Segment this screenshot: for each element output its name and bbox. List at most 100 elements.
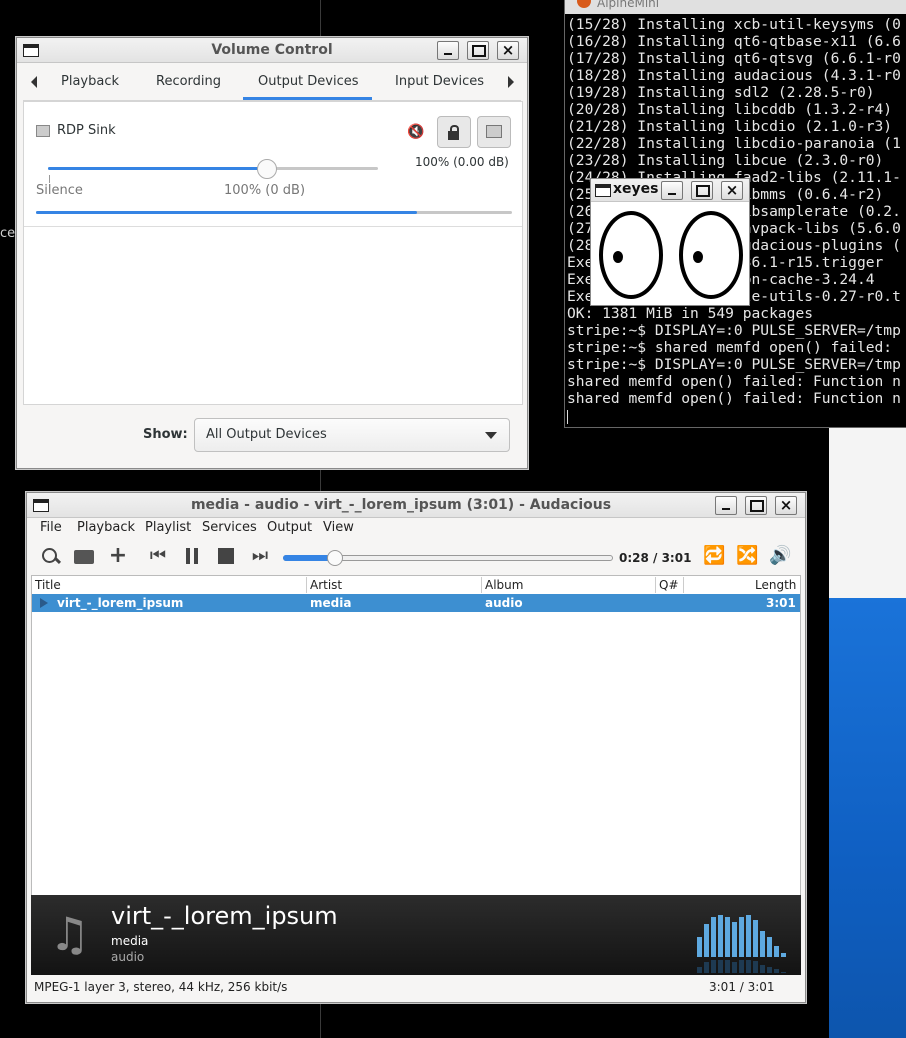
terminal-line: (20/28) Installing libcddb (1.3.2-r4) — [567, 101, 893, 118]
table-row[interactable]: virt_-_lorem_ipsum media audio 3:01 — [32, 594, 800, 612]
tab-bar: Playback Recording Output Devices Input … — [23, 64, 521, 101]
terminal-titlebar[interactable]: AlpineMini — [565, 0, 906, 14]
column-artist[interactable]: Artist — [310, 576, 342, 594]
visualizer-bar — [711, 917, 716, 957]
visualizer-bar — [725, 917, 730, 957]
slider-tick — [49, 175, 50, 183]
close-button[interactable]: × — [497, 41, 519, 60]
audacious-window[interactable]: media - audio - virt_-_lorem_ipsum (3:01… — [26, 492, 806, 1003]
lock-channels-button[interactable] — [437, 116, 471, 148]
close-button[interactable]: × — [721, 181, 743, 200]
search-icon[interactable] — [39, 545, 62, 567]
volume-control-titlebar[interactable]: Volume Control × — [17, 38, 527, 63]
visualizer-reflection — [704, 962, 709, 973]
column-album[interactable]: Album — [485, 576, 523, 594]
music-note-icon: ♫ — [49, 907, 91, 961]
status-bar: MPEG-1 layer 3, stereo, 44 kHz, 256 kbit… — [31, 977, 801, 997]
terminal-line: (15/28) Installing xcb-util-keysyms (0 — [567, 16, 901, 33]
visualizer-bar — [753, 920, 758, 957]
column-title[interactable]: Title — [35, 576, 61, 594]
menu-playlist[interactable]: Playlist — [145, 520, 191, 535]
window-menu-icon[interactable] — [595, 184, 611, 197]
show-devices-dropdown[interactable]: All Output Devices — [194, 418, 510, 452]
visualizer-reflection — [732, 962, 737, 973]
terminal-line: stripe:~$ DISPLAY=:0 PULSE_SERVER=/tmp — [567, 356, 901, 373]
set-default-button[interactable] — [477, 116, 511, 148]
now-playing-title: virt_-_lorem_ipsum — [111, 902, 338, 930]
shuffle-icon[interactable]: 🔀 — [736, 545, 758, 567]
close-button[interactable]: × — [775, 496, 797, 515]
terminal-line: stripe:~$ shared memfd open() failed: — [567, 339, 893, 356]
status-time: 3:01 / 3:01 — [709, 980, 775, 994]
visualizer-bar — [739, 917, 744, 957]
terminal-line: stripe:~$ DISPLAY=:0 PULSE_SERVER=/tmp — [567, 322, 901, 339]
terminal-line: (23/28) Installing libcue (2.3.0-r0) — [567, 152, 884, 169]
device-icon — [486, 125, 502, 138]
now-playing-info: ♫ virt_-_lorem_ipsum media audio — [31, 895, 801, 975]
repeat-icon[interactable]: 🔁 — [703, 545, 725, 567]
seek-bar-handle[interactable] — [327, 550, 343, 566]
audacious-titlebar[interactable]: media - audio - virt_-_lorem_ipsum (3:01… — [27, 493, 805, 518]
visualizer-reflection — [711, 960, 716, 973]
tab-recording[interactable]: Recording — [156, 74, 221, 89]
peak-meter-fill — [36, 211, 417, 214]
volume-control-window[interactable]: Volume Control × Playback Recording Outp… — [16, 37, 528, 469]
visualizer-reflection — [697, 967, 702, 973]
pause-icon[interactable] — [181, 545, 203, 567]
volume-icon[interactable]: 🔊 — [769, 545, 791, 567]
tab-playback[interactable]: Playback — [61, 74, 119, 89]
tab-output-devices[interactable]: Output Devices — [258, 74, 359, 89]
maximize-button[interactable] — [691, 181, 713, 200]
tab-scroll-right-icon[interactable] — [508, 76, 514, 88]
menu-view[interactable]: View — [323, 520, 354, 535]
silence-label: Silence — [36, 183, 83, 198]
minimize-button[interactable] — [661, 181, 683, 200]
xeyes-window[interactable]: xeyes × — [590, 178, 750, 306]
row-artist: media — [310, 596, 352, 610]
active-tab-indicator — [243, 97, 372, 100]
visualizer-bar — [746, 915, 751, 957]
menu-bar: File Playback Playlist Services Output V… — [33, 517, 803, 539]
visualizer-reflection — [753, 961, 758, 973]
volume-slider-handle[interactable] — [257, 159, 277, 179]
window-title: media - audio - virt_-_lorem_ipsum (3:01… — [190, 497, 612, 513]
visualizer-reflection — [774, 969, 779, 973]
playlist[interactable]: Title Artist Album Q# Length virt_-_lore… — [31, 575, 801, 897]
visualizer-bar — [704, 924, 709, 957]
menu-output[interactable]: Output — [267, 520, 312, 535]
show-dropdown-value: All Output Devices — [206, 427, 327, 442]
maximize-button[interactable] — [745, 496, 767, 515]
previous-track-icon[interactable]: ⏮ — [147, 545, 169, 567]
visualizer — [697, 909, 793, 973]
terminal-cursor — [567, 410, 568, 424]
volume-readout: 100% (0.00 dB) — [415, 155, 509, 169]
maximize-button[interactable] — [467, 41, 489, 60]
now-playing-icon — [40, 598, 48, 608]
menu-playback[interactable]: Playback — [77, 520, 135, 535]
visualizer-reflection — [718, 960, 723, 973]
stop-icon[interactable] — [215, 545, 237, 567]
visualizer-reflection — [760, 965, 765, 973]
next-track-icon[interactable]: ⏭ — [249, 545, 271, 567]
menu-services[interactable]: Services — [202, 520, 257, 535]
right-pupil — [693, 251, 703, 263]
visualizer-bar — [760, 931, 765, 957]
tab-scroll-left-icon[interactable] — [31, 76, 37, 88]
visualizer-bar — [697, 937, 702, 957]
column-length[interactable]: Length — [755, 576, 796, 594]
time-display: 0:28 / 3:01 — [619, 551, 692, 565]
add-icon[interactable]: + — [107, 545, 129, 567]
tab-input-devices[interactable]: Input Devices — [395, 74, 484, 89]
column-queue[interactable]: Q# — [659, 576, 679, 594]
terminal-line: shared memfd open() failed: Function n — [567, 373, 901, 390]
xeyes-titlebar[interactable]: xeyes × — [591, 179, 749, 202]
row-title: virt_-_lorem_ipsum — [57, 596, 184, 610]
visualizer-reflection — [746, 960, 751, 973]
menu-file[interactable]: File — [40, 520, 62, 535]
mute-icon[interactable]: 🔇 — [407, 124, 424, 140]
terminal-line: (22/28) Installing libcdio-paranoia (1 — [567, 135, 901, 152]
minimize-button[interactable] — [437, 41, 459, 60]
open-folder-icon[interactable] — [73, 545, 95, 567]
row-album: audio — [485, 596, 523, 610]
minimize-button[interactable] — [715, 496, 737, 515]
